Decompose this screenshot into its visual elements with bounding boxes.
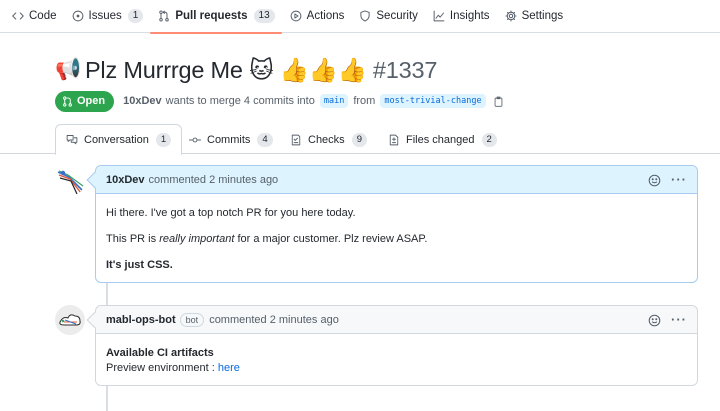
- comment-text: Preview environment :: [106, 362, 218, 374]
- copy-icon[interactable]: [493, 96, 504, 107]
- comment-line: Preview environment : here: [106, 361, 687, 376]
- pr-meta: Open 10xDev wants to merge 4 commits int…: [55, 90, 504, 112]
- bot-badge: bot: [179, 312, 205, 327]
- merge-text: wants to merge 4 commits into: [165, 95, 315, 107]
- timeline-connector: [106, 283, 108, 305]
- from-text: from: [353, 95, 376, 107]
- comment-header: 10xDev commented 2 minutes ago ···: [96, 166, 697, 194]
- page-title: 📢 Plz Murrrge Me 🐱 👍👍👍 #1337: [55, 56, 437, 84]
- comment-author[interactable]: 10xDev: [106, 174, 145, 186]
- nav-code[interactable]: Code: [8, 0, 68, 33]
- issues-count: 1: [127, 9, 144, 23]
- tab-commits-count: 4: [257, 132, 273, 147]
- code-icon: [12, 12, 24, 20]
- checklist-icon: [291, 134, 301, 145]
- timeline-connector: [106, 386, 108, 411]
- tab-checks[interactable]: Checks 9: [290, 124, 367, 155]
- nav-security-label: Security: [376, 10, 418, 22]
- pull-request-icon: [63, 95, 72, 107]
- nav-settings[interactable]: Settings: [501, 0, 575, 33]
- kebab-menu-icon[interactable]: ···: [671, 173, 687, 186]
- nav-insights[interactable]: Insights: [429, 0, 501, 33]
- comment-paragraph: It's just CSS.: [106, 258, 687, 273]
- comment-timestamp[interactable]: commented 2 minutes ago: [149, 174, 279, 186]
- gear-icon: [505, 10, 517, 22]
- comment-text: This PR is: [106, 233, 160, 245]
- tab-files-changed-label: Files changed: [406, 133, 475, 146]
- smiley-icon[interactable]: [648, 314, 661, 327]
- nav-issues[interactable]: Issues 1: [68, 0, 155, 33]
- tab-conversation[interactable]: Conversation 1: [55, 124, 183, 155]
- avatar-10xdev-image: [55, 166, 85, 196]
- comment-discussion-icon: [66, 134, 78, 144]
- nav-security[interactable]: Security: [355, 0, 429, 33]
- comment-paragraph: Hi there. I've got a top notch PR for yo…: [106, 207, 356, 219]
- comment-actions: ···: [648, 166, 687, 194]
- tab-commits-label: Commits: [207, 133, 251, 146]
- tab-files-changed-count: 2: [481, 132, 497, 147]
- tab-conversation-count: 1: [155, 132, 172, 147]
- nav-settings-label: Settings: [521, 10, 564, 22]
- smiley-icon[interactable]: [648, 174, 661, 187]
- kebab-menu-icon[interactable]: ···: [671, 313, 687, 326]
- pr-number: #1337: [372, 56, 438, 83]
- comment-body: Hi there. I've got a top notch PR for yo…: [96, 194, 697, 285]
- comment-author[interactable]: mabl-ops-bot: [106, 314, 176, 326]
- comment-timestamp[interactable]: commented 2 minutes ago: [209, 314, 339, 326]
- nav-actions[interactable]: Actions: [286, 0, 356, 33]
- comment-actions: ···: [648, 306, 687, 334]
- pr-title-text: Plz Murrrge Me 🐱 👍👍👍: [84, 57, 367, 83]
- status-label: Open: [77, 95, 106, 107]
- comment-emphasis: really important: [159, 233, 235, 245]
- pull-requests-count: 13: [253, 9, 275, 23]
- avatar[interactable]: [55, 305, 85, 335]
- comment: mabl-ops-bot bot commented 2 minutes ago…: [95, 305, 698, 386]
- graph-icon: [433, 10, 445, 22]
- comment-body: Available CI artifacts Preview environme…: [96, 334, 697, 388]
- nav-insights-label: Insights: [449, 10, 490, 22]
- status-badge: Open: [55, 90, 115, 112]
- shield-icon: [360, 10, 370, 22]
- repo-nav: Code Issues 1 Pull requests 13 Actions S…: [0, 0, 720, 34]
- base-branch[interactable]: main: [319, 94, 349, 108]
- tab-checks-label: Checks: [308, 133, 345, 146]
- comment-text: for a major customer. Plz review ASAP.: [234, 233, 428, 245]
- pull-request-icon: [159, 10, 170, 22]
- head-branch[interactable]: most-trivial-change: [380, 94, 486, 108]
- avatar[interactable]: [55, 166, 85, 196]
- tab-conversation-label: Conversation: [84, 133, 149, 146]
- comment-paragraph: This PR is really important for a major …: [106, 232, 687, 247]
- comment-heading: Available CI artifacts: [106, 347, 214, 359]
- comment-header: mabl-ops-bot bot commented 2 minutes ago…: [96, 306, 697, 334]
- preview-link[interactable]: here: [218, 362, 240, 374]
- tab-commits[interactable]: Commits 4: [189, 124, 273, 155]
- tab-checks-count: 9: [351, 132, 367, 147]
- comment-strong: It's just CSS.: [106, 259, 173, 271]
- file-diff-icon: [389, 134, 399, 145]
- nav-code-label: Code: [29, 10, 57, 22]
- tab-files-changed[interactable]: Files changed 2: [388, 124, 497, 155]
- avatar-mabl-bot-image: [55, 305, 85, 335]
- nav-actions-label: Actions: [306, 10, 345, 22]
- comment: 10xDev commented 2 minutes ago ··· Hi th…: [95, 165, 698, 283]
- nav-pull-requests-label: Pull requests: [175, 10, 248, 22]
- play-icon: [290, 10, 302, 22]
- megaphone-icon: 📢: [55, 58, 81, 81]
- pr-author-link[interactable]: 10xDev: [123, 95, 162, 107]
- nav-issues-label: Issues: [88, 10, 122, 22]
- commit-icon: [189, 137, 201, 142]
- issue-icon: [72, 10, 83, 22]
- merge-description: 10xDev wants to merge 4 commits into mai…: [123, 94, 503, 108]
- pr-tabs: Conversation 1 Commits 4 Checks 9 Files …: [0, 124, 720, 155]
- nav-pull-requests[interactable]: Pull requests 13: [150, 0, 285, 34]
